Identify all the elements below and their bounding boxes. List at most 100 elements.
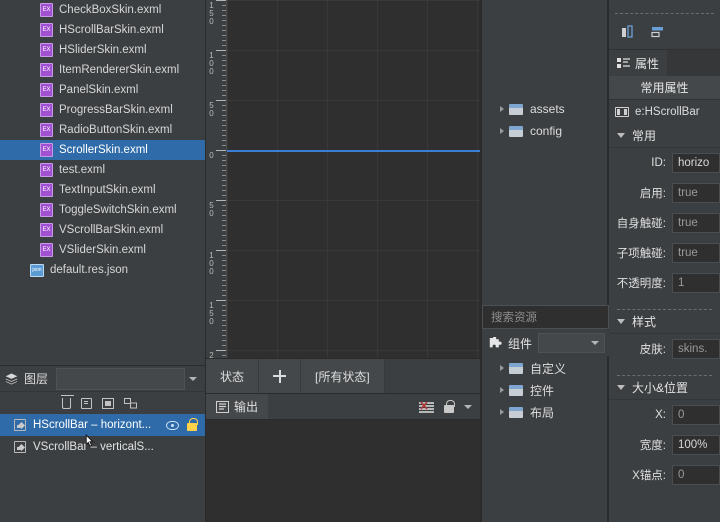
ruler-tick (222, 225, 226, 226)
file-item[interactable]: ToggleSwitchSkin.exml (0, 200, 205, 220)
caret-down-icon (617, 133, 625, 138)
property-input[interactable]: true (672, 243, 720, 263)
exml-icon (40, 83, 53, 97)
output-tab[interactable]: 输出 (206, 393, 269, 420)
add-state-button[interactable] (259, 359, 302, 393)
components-tree[interactable]: 自定义 控件 布局 (482, 357, 609, 423)
file-item[interactable]: HSliderSkin.exml (0, 40, 205, 60)
clear-output-icon[interactable] (419, 400, 434, 413)
layers-filter-combo[interactable] (56, 367, 185, 390)
folder-label: assets (530, 102, 565, 116)
file-item[interactable]: ScrollerSkin.exml (0, 140, 205, 160)
output-console-body[interactable] (206, 419, 480, 522)
ruler-tick (222, 105, 226, 106)
unlock-icon[interactable] (187, 418, 198, 431)
eye-icon[interactable] (166, 420, 179, 430)
property-section-header[interactable]: 样式 (609, 310, 720, 334)
section-title: 常用 (632, 129, 657, 143)
file-item[interactable]: ItemRendererSkin.exml (0, 60, 205, 80)
property-label: 子项触碰: (616, 248, 666, 260)
exml-icon (40, 43, 53, 57)
property-input[interactable]: 1 (672, 273, 720, 293)
property-section-header[interactable]: 常用 (609, 124, 720, 148)
property-row: 皮肤: skins. (609, 334, 720, 364)
ruler-tick (216, 50, 226, 51)
common-properties-subtab[interactable]: 常用属性 (609, 76, 720, 100)
property-input[interactable]: true (672, 213, 720, 233)
file-item[interactable]: test.exml (0, 160, 205, 180)
output-toolbar: 输出 (206, 393, 480, 420)
group-icon[interactable] (102, 397, 114, 409)
ruler-tick (222, 45, 226, 46)
expand-triangle-icon[interactable] (500, 409, 504, 415)
file-item[interactable]: VSliderSkin.exml (0, 240, 205, 260)
duplicate-icon[interactable] (81, 397, 92, 409)
file-item[interactable]: HScrollBarSkin.exml (0, 20, 205, 40)
file-item[interactable]: VScrollBarSkin.exml (0, 220, 205, 240)
property-input[interactable]: true (672, 183, 720, 203)
property-input[interactable]: skins. (672, 339, 720, 359)
expand-triangle-icon[interactable] (500, 365, 504, 371)
file-name: HScrollBarSkin.exml (59, 24, 164, 36)
current-state-tab[interactable]: [所有状态] (301, 359, 385, 393)
component-folder-item[interactable]: 控件 (482, 379, 609, 401)
ruler-tick (222, 140, 226, 141)
ruler-tick (222, 155, 226, 156)
ruler-tick (222, 55, 226, 56)
ungroup-icon[interactable] (124, 397, 137, 409)
delete-icon[interactable] (61, 394, 74, 409)
components-filter-combo[interactable] (538, 333, 605, 353)
property-input[interactable]: 100% (672, 435, 720, 455)
property-input[interactable]: horizo (672, 153, 720, 173)
layer-thumbnail-icon (14, 419, 26, 431)
ruler-tick (216, 100, 226, 101)
ruler-tick (222, 195, 226, 196)
ruler-tick (222, 175, 226, 176)
align-toolbar (609, 14, 720, 50)
ruler-tick (222, 135, 226, 136)
expand-triangle-icon[interactable] (500, 128, 504, 134)
align-vertical-icon[interactable] (621, 24, 636, 39)
file-item[interactable]: RadioButtonSkin.exml (0, 120, 205, 140)
file-item[interactable]: default.res.json (0, 260, 205, 280)
layer-item[interactable]: VScrollBar – verticalS... (0, 436, 205, 458)
resource-tree[interactable]: assets config (482, 98, 607, 142)
resource-folder-item[interactable]: config (482, 120, 607, 142)
file-name: RadioButtonSkin.exml (59, 124, 173, 136)
file-item[interactable]: PanelSkin.exml (0, 80, 205, 100)
lock-icon[interactable] (444, 399, 455, 413)
expand-triangle-icon[interactable] (500, 387, 504, 393)
component-folder-item[interactable]: 布局 (482, 401, 609, 423)
property-input[interactable]: 0 (672, 465, 720, 485)
file-item[interactable]: ProgressBarSkin.exml (0, 100, 205, 120)
file-name: ScrollerSkin.exml (59, 144, 148, 156)
layer-item[interactable]: HScrollBar – horizont... (0, 414, 205, 436)
resource-folder-item[interactable]: assets (482, 98, 607, 120)
component-folder-item[interactable]: 自定义 (482, 357, 609, 379)
canvas-grid[interactable] (227, 0, 480, 358)
file-item[interactable]: TextInputSkin.exml (0, 180, 205, 200)
file-item[interactable]: CheckBoxSkin.exml (0, 0, 205, 20)
layer-list[interactable]: HScrollBar – horizont... VScrollBar – ver… (0, 414, 205, 458)
expand-triangle-icon[interactable] (500, 106, 504, 112)
ruler-tick (222, 5, 226, 6)
chevron-down-icon[interactable] (464, 404, 472, 409)
resource-search-input[interactable]: 搜索资源 (482, 305, 609, 329)
design-canvas[interactable]: 15010050050100150200 (206, 0, 480, 358)
component-type-icon (615, 107, 629, 117)
ruler-label: 150 (209, 1, 214, 26)
property-section-header[interactable]: 大小&位置 (609, 376, 720, 400)
folder-label: 控件 (530, 383, 555, 398)
properties-list-icon (617, 57, 630, 69)
resource-panel: assets config 搜索资源 组件 自定义 控件 布局 (481, 0, 609, 522)
ruler-vertical: 15010050050100150200 (206, 0, 227, 358)
align-horizontal-icon[interactable] (650, 25, 665, 39)
file-name: VSliderSkin.exml (59, 244, 146, 256)
property-input[interactable]: 0 (672, 405, 720, 425)
tab-properties[interactable]: 属性 (609, 50, 668, 76)
ruler-tick (222, 115, 226, 116)
ruler-tick (222, 90, 226, 91)
layers-chevron-down-icon[interactable] (189, 376, 197, 381)
exml-icon (40, 3, 53, 17)
file-tree[interactable]: CheckBoxSkin.exml HScrollBarSkin.exml HSli… (0, 0, 205, 365)
